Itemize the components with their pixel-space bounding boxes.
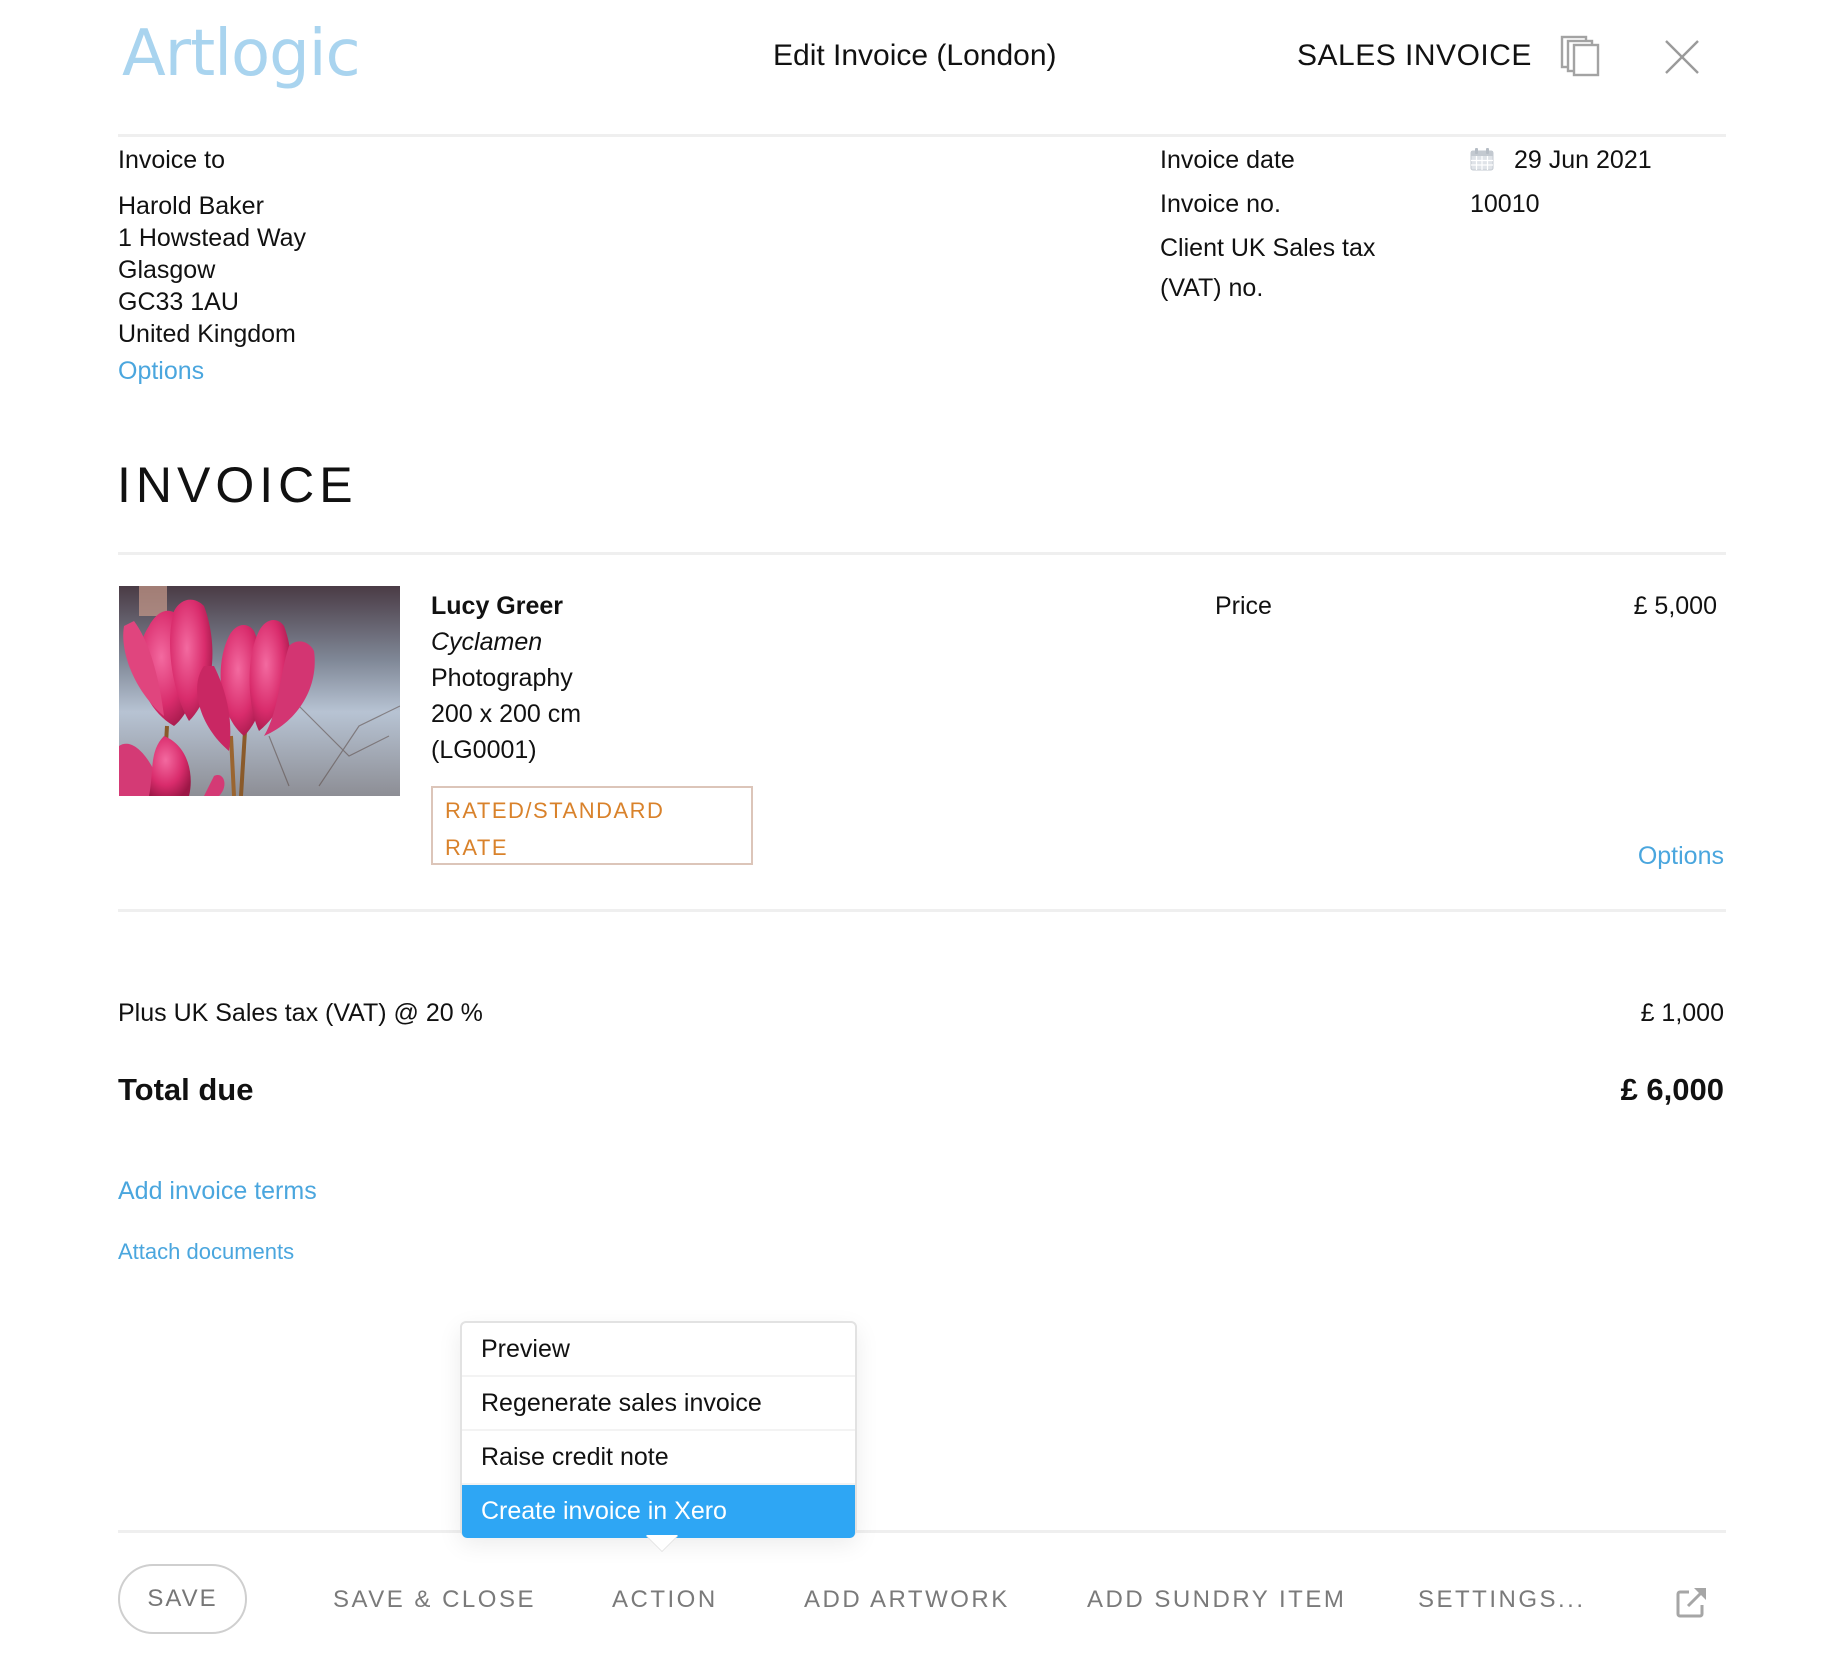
add-invoice-terms-link[interactable]: Add invoice terms xyxy=(118,1174,317,1208)
copy-icon[interactable] xyxy=(1560,35,1602,77)
artwork-thumbnail[interactable] xyxy=(119,586,400,796)
price-value[interactable]: £ 5,000 xyxy=(1634,588,1717,624)
client-options-link[interactable]: Options xyxy=(118,355,204,387)
header-divider xyxy=(118,134,1726,137)
menu-pointer-arrow xyxy=(646,1535,678,1551)
artwork-stock-number: (LG0001) xyxy=(431,736,537,764)
action-menu: Preview Regenerate sales invoice Raise c… xyxy=(460,1321,857,1551)
address-line: GC33 1AU xyxy=(118,288,239,316)
add-sundry-item-button[interactable]: ADD SUNDRY ITEM xyxy=(1087,1584,1346,1616)
save-button[interactable]: SAVE xyxy=(118,1564,247,1634)
page-title: Edit Invoice (London) xyxy=(773,39,1057,72)
artwork-dimensions: 200 x 200 cm xyxy=(431,700,582,728)
artwork-medium: Photography xyxy=(431,664,573,692)
artist-name: Lucy Greer xyxy=(431,592,564,620)
heading-divider xyxy=(118,552,1726,555)
menu-item-preview[interactable]: Preview xyxy=(462,1323,855,1377)
address-line: Harold Baker xyxy=(118,192,264,220)
menu-item-regenerate-sales-invoice[interactable]: Regenerate sales invoice xyxy=(462,1377,855,1431)
menu-item-create-invoice-in-xero[interactable]: Create invoice in Xero xyxy=(462,1485,855,1538)
menu-item-raise-credit-note[interactable]: Raise credit note xyxy=(462,1431,855,1485)
item-divider xyxy=(118,909,1726,912)
price-label: Price xyxy=(1215,592,1272,620)
invoice-date-value: 29 Jun 2021 xyxy=(1514,146,1652,174)
client-address: Harold Baker 1 Howstead Way Glasgow GC33… xyxy=(118,190,306,350)
invoice-to-label: Invoice to xyxy=(118,146,226,174)
total-due-label: Total due xyxy=(118,1072,254,1107)
external-link-icon[interactable] xyxy=(1675,1585,1709,1619)
close-icon[interactable] xyxy=(1663,38,1701,76)
tax-rate-badge-line1: RATED/STANDARD xyxy=(445,798,665,823)
settings-button[interactable]: SETTINGS... xyxy=(1418,1584,1586,1616)
attach-documents-link[interactable]: Attach documents xyxy=(118,1237,294,1267)
invoice-number-value[interactable]: 10010 xyxy=(1470,188,1540,220)
client-vat-label-line2: (VAT) no. xyxy=(1160,274,1264,302)
item-options-link[interactable]: Options xyxy=(1638,838,1724,874)
artwork-artist: Lucy Greer xyxy=(431,588,563,624)
vat-label: Plus UK Sales tax (VAT) @ 20 % xyxy=(118,999,483,1027)
footer-divider xyxy=(118,1530,1726,1533)
tax-rate-badge[interactable]: RATED/STANDARD RATE xyxy=(431,786,753,865)
vat-value: £ 1,000 xyxy=(1640,999,1724,1027)
client-vat-label-line1: Client UK Sales tax xyxy=(1160,234,1376,262)
address-line: United Kingdom xyxy=(118,320,296,348)
add-artwork-button[interactable]: ADD ARTWORK xyxy=(804,1584,1010,1616)
artwork-title: Cyclamen xyxy=(431,628,543,656)
invoice-number-label: Invoice no. xyxy=(1160,190,1281,218)
invoice-date-field[interactable]: 29 Jun 2021 xyxy=(1470,144,1652,176)
address-line: 1 Howstead Way xyxy=(118,224,307,252)
save-and-close-button[interactable]: SAVE & CLOSE xyxy=(333,1584,536,1616)
tax-rate-badge-line2: RATE xyxy=(445,835,509,860)
calendar-icon[interactable] xyxy=(1470,147,1494,171)
artlogic-logo: Artlogic xyxy=(122,17,361,91)
action-button[interactable]: ACTION xyxy=(612,1584,718,1616)
invoice-date-label: Invoice date xyxy=(1160,146,1295,174)
invoice-heading: INVOICE xyxy=(117,457,358,513)
document-type-label: SALES INVOICE xyxy=(1297,39,1532,72)
total-due-value: £ 6,000 xyxy=(1620,1072,1724,1107)
address-line: Glasgow xyxy=(118,256,216,284)
